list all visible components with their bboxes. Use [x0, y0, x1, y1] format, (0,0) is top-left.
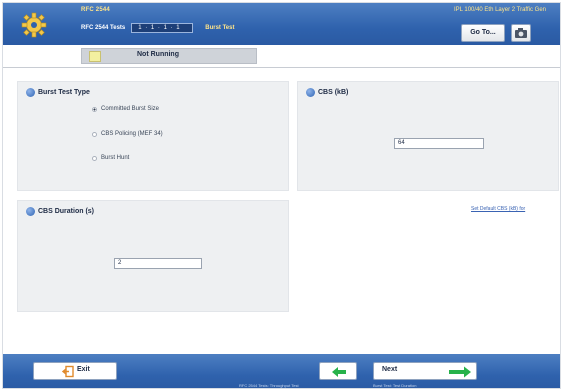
- arrow-right-icon: [449, 366, 471, 378]
- breadcrumb: RFC 2544 Tests 1 · 1 · 1 · 1 Burst Test: [81, 23, 234, 33]
- next-label: Next: [382, 366, 398, 373]
- radio-cbs-policing[interactable]: CBS Policing (MEF 34): [92, 131, 163, 137]
- radio-label: CBS Policing (MEF 34): [101, 131, 163, 137]
- header-bar: RFC 2544 IPL 100/40 Eth Layer 2 Traffic …: [3, 3, 560, 45]
- next-caption: Burst Test: Test Duration: [373, 383, 417, 388]
- help-icon[interactable]: [26, 88, 35, 97]
- exit-button[interactable]: Exit: [33, 362, 117, 380]
- exit-label: Exit: [77, 366, 90, 373]
- goto-button[interactable]: Go To...: [461, 24, 505, 42]
- burst-test-type-title: Burst Test Type: [26, 88, 90, 97]
- arrow-left-icon: [332, 367, 346, 377]
- exit-icon: [62, 365, 74, 378]
- screenshot-button[interactable]: [511, 24, 531, 42]
- cbs-duration-title: CBS Duration (s): [26, 207, 94, 216]
- status-led-icon: [89, 51, 101, 62]
- radio-label: Committed Burst Size: [101, 106, 160, 112]
- cbs-duration-label: CBS Duration (s): [38, 208, 94, 215]
- cbs-label: CBS (kB): [318, 89, 349, 96]
- radio-button[interactable]: [92, 131, 97, 137]
- radio-button-selected[interactable]: [92, 106, 97, 112]
- gear-icon[interactable]: [21, 12, 47, 38]
- app-title: RFC 2544: [81, 7, 110, 13]
- cbs-duration-input[interactable]: 2: [114, 258, 202, 269]
- tests-label: RFC 2544 Tests: [81, 25, 126, 31]
- back-button[interactable]: [319, 362, 357, 380]
- cbs-panel: CBS (kB) 64: [297, 81, 559, 191]
- current-test-label: Burst Test: [205, 25, 235, 31]
- divider: [3, 67, 560, 68]
- radio-committed-burst-size[interactable]: Committed Burst Size: [92, 106, 159, 112]
- radio-button[interactable]: [92, 155, 97, 161]
- radio-label: Burst Hunt: [101, 155, 130, 161]
- burst-test-type-label: Burst Test Type: [38, 89, 90, 96]
- cbs-input[interactable]: 64: [394, 138, 484, 149]
- help-icon[interactable]: [26, 207, 35, 216]
- radio-burst-hunt[interactable]: Burst Hunt: [92, 155, 129, 161]
- cbs-duration-panel: CBS Duration (s) 2: [17, 200, 289, 312]
- footer-bar: Exit Next RFC 2544 Tests: Throughput Tes…: [3, 354, 560, 388]
- next-button[interactable]: Next: [373, 362, 477, 380]
- app-window: RFC 2544 IPL 100/40 Eth Layer 2 Traffic …: [2, 2, 561, 389]
- module-title: IPL 100/40 Eth Layer 2 Traffic Gen: [453, 7, 546, 13]
- set-default-cbs-link[interactable]: Set Default CBS (kB) for: [471, 206, 525, 212]
- camera-icon: [515, 28, 527, 38]
- test-status-bar: Not Running: [81, 48, 257, 64]
- cbs-title: CBS (kB): [306, 88, 348, 97]
- back-caption: RFC 2544 Tests: Throughput Test: [239, 383, 299, 388]
- test-selector[interactable]: 1 · 1 · 1 · 1: [131, 23, 194, 33]
- status-text: Not Running: [137, 51, 179, 58]
- burst-test-type-panel: Burst Test Type Committed Burst Size CBS…: [17, 81, 289, 191]
- help-icon[interactable]: [306, 88, 315, 97]
